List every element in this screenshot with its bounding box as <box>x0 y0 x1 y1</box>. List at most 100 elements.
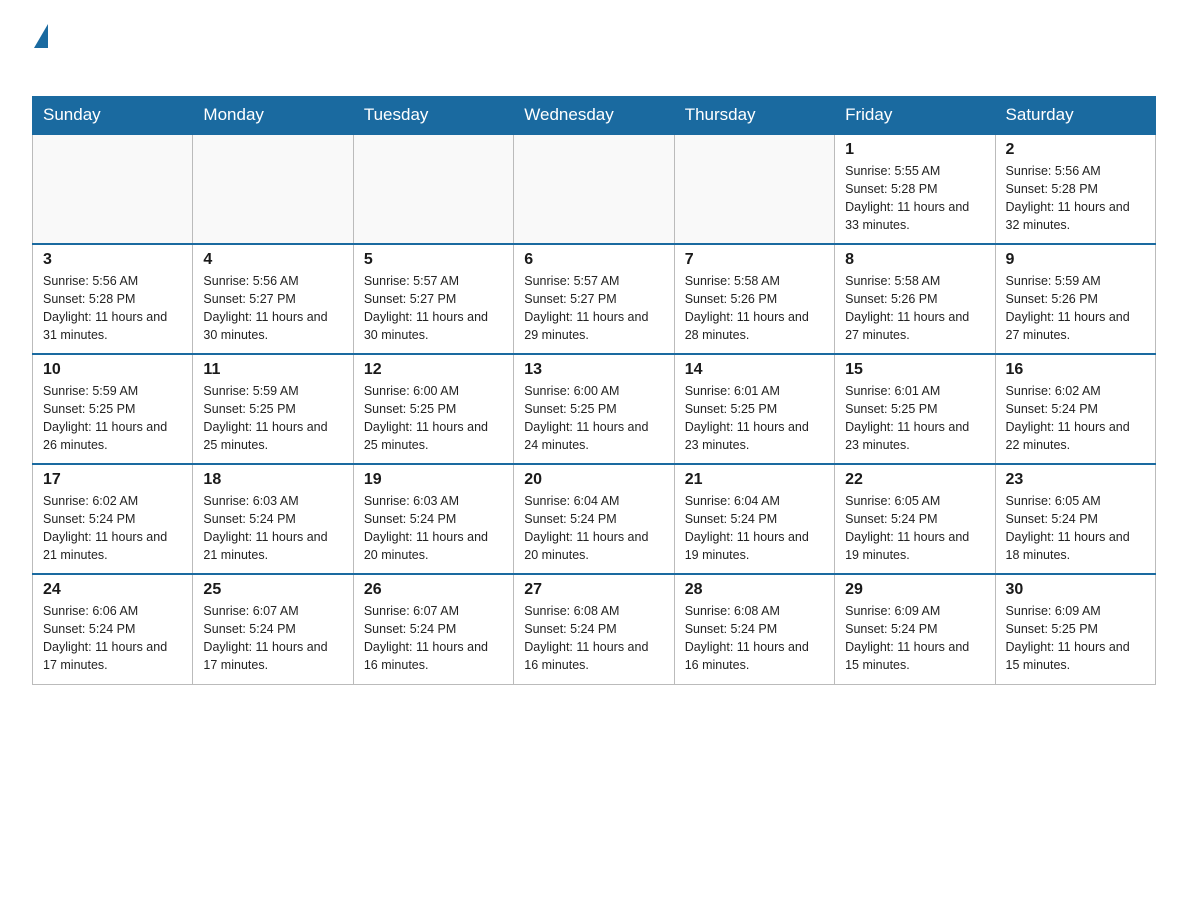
week-row-4: 17Sunrise: 6:02 AMSunset: 5:24 PMDayligh… <box>33 464 1156 574</box>
calendar-cell: 16 Sunrise: 6:02 AMSunset: 5:24 PMDayligh… <box>995 354 1155 464</box>
day-number: 27 <box>524 581 663 599</box>
calendar-cell: 26Sunrise: 6:07 AMSunset: 5:24 PMDayligh… <box>353 574 513 684</box>
day-info: Sunrise: 6:04 AMSunset: 5:24 PMDaylight:… <box>685 492 824 565</box>
day-number: 30 <box>1006 581 1145 599</box>
day-number: 24 <box>43 581 182 599</box>
calendar-cell: 5 Sunrise: 5:57 AMSunset: 5:27 PMDaylight… <box>353 244 513 354</box>
calendar-cell: 21 Sunrise: 6:04 AMSunset: 5:24 PMDayligh… <box>674 464 834 574</box>
day-number: 6 <box>524 251 663 269</box>
weekday-header-row: SundayMondayTuesdayWednesdayThursdayFrid… <box>33 97 1156 135</box>
day-number: 4 <box>203 251 342 269</box>
logo-triangle-icon <box>34 24 48 48</box>
day-number: 7 <box>685 251 824 269</box>
calendar-cell <box>674 134 834 244</box>
calendar-table: SundayMondayTuesdayWednesdayThursdayFrid… <box>32 96 1156 685</box>
day-info: Sunrise: 6:09 AMSunset: 5:25 PMDaylight:… <box>1006 602 1145 675</box>
day-info: Sunrise: 5:59 AMSunset: 5:26 PMDaylight:… <box>1006 272 1145 345</box>
calendar-cell: 3 Sunrise: 5:56 AMSunset: 5:28 PMDaylight… <box>33 244 193 354</box>
day-number: 8 <box>845 251 984 269</box>
calendar-cell: 9 Sunrise: 5:59 AMSunset: 5:26 PMDaylight… <box>995 244 1155 354</box>
day-number: 12 <box>364 361 503 379</box>
day-number: 11 <box>203 361 342 379</box>
calendar-cell: 28Sunrise: 6:08 AMSunset: 5:24 PMDayligh… <box>674 574 834 684</box>
calendar-cell: 14Sunrise: 6:01 AMSunset: 5:25 PMDayligh… <box>674 354 834 464</box>
calendar-cell: 6 Sunrise: 5:57 AMSunset: 5:27 PMDaylight… <box>514 244 674 354</box>
calendar-cell <box>193 134 353 244</box>
calendar-cell: 11 Sunrise: 5:59 AMSunset: 5:25 PMDayligh… <box>193 354 353 464</box>
calendar-cell: 19 Sunrise: 6:03 AMSunset: 5:24 PMDayligh… <box>353 464 513 574</box>
calendar-cell: 1Sunrise: 5:55 AMSunset: 5:28 PMDaylight… <box>835 134 995 244</box>
day-number: 23 <box>1006 471 1145 489</box>
weekday-header-wednesday: Wednesday <box>514 97 674 135</box>
day-number: 13 <box>524 361 663 379</box>
day-info: Sunrise: 6:03 AMSunset: 5:24 PMDaylight:… <box>364 492 503 565</box>
day-info: Sunrise: 5:59 AMSunset: 5:25 PMDaylight:… <box>43 382 182 455</box>
day-number: 17 <box>43 471 182 489</box>
calendar-cell: 23 Sunrise: 6:05 AMSunset: 5:24 PMDayligh… <box>995 464 1155 574</box>
weekday-header-monday: Monday <box>193 97 353 135</box>
weekday-header-thursday: Thursday <box>674 97 834 135</box>
day-number: 18 <box>203 471 342 489</box>
day-info: Sunrise: 6:06 AMSunset: 5:24 PMDaylight:… <box>43 602 182 675</box>
day-number: 29 <box>845 581 984 599</box>
week-row-2: 3 Sunrise: 5:56 AMSunset: 5:28 PMDaylight… <box>33 244 1156 354</box>
week-row-3: 10 Sunrise: 5:59 AMSunset: 5:25 PMDayligh… <box>33 354 1156 464</box>
calendar-cell <box>33 134 193 244</box>
day-info: Sunrise: 6:00 AMSunset: 5:25 PMDaylight:… <box>364 382 503 455</box>
calendar-cell: 12 Sunrise: 6:00 AMSunset: 5:25 PMDayligh… <box>353 354 513 464</box>
calendar-cell: 22 Sunrise: 6:05 AMSunset: 5:24 PMDayligh… <box>835 464 995 574</box>
day-number: 5 <box>364 251 503 269</box>
week-row-1: 1Sunrise: 5:55 AMSunset: 5:28 PMDaylight… <box>33 134 1156 244</box>
day-number: 20 <box>524 471 663 489</box>
day-info: Sunrise: 5:57 AMSunset: 5:27 PMDaylight:… <box>364 272 503 345</box>
day-info: Sunrise: 6:07 AMSunset: 5:24 PMDaylight:… <box>203 602 342 675</box>
weekday-header-sunday: Sunday <box>33 97 193 135</box>
logo <box>32 24 48 78</box>
day-info: Sunrise: 6:03 AMSunset: 5:24 PMDaylight:… <box>203 492 342 565</box>
day-info: Sunrise: 6:01 AMSunset: 5:25 PMDaylight:… <box>845 382 984 455</box>
calendar-cell: 10 Sunrise: 5:59 AMSunset: 5:25 PMDayligh… <box>33 354 193 464</box>
calendar-cell: 24 Sunrise: 6:06 AMSunset: 5:24 PMDayligh… <box>33 574 193 684</box>
calendar-cell: 15 Sunrise: 6:01 AMSunset: 5:25 PMDayligh… <box>835 354 995 464</box>
calendar-cell: 4Sunrise: 5:56 AMSunset: 5:27 PMDaylight… <box>193 244 353 354</box>
day-number: 22 <box>845 471 984 489</box>
calendar-cell: 8Sunrise: 5:58 AMSunset: 5:26 PMDaylight… <box>835 244 995 354</box>
day-info: Sunrise: 5:57 AMSunset: 5:27 PMDaylight:… <box>524 272 663 345</box>
weekday-header-saturday: Saturday <box>995 97 1155 135</box>
day-info: Sunrise: 6:04 AMSunset: 5:24 PMDaylight:… <box>524 492 663 565</box>
calendar-cell: 13 Sunrise: 6:00 AMSunset: 5:25 PMDayligh… <box>514 354 674 464</box>
calendar-cell: 20 Sunrise: 6:04 AMSunset: 5:24 PMDayligh… <box>514 464 674 574</box>
day-info: Sunrise: 5:56 AMSunset: 5:28 PMDaylight:… <box>1006 162 1145 235</box>
calendar-cell: 18 Sunrise: 6:03 AMSunset: 5:24 PMDayligh… <box>193 464 353 574</box>
day-info: Sunrise: 6:05 AMSunset: 5:24 PMDaylight:… <box>1006 492 1145 565</box>
day-number: 10 <box>43 361 182 379</box>
day-info: Sunrise: 6:00 AMSunset: 5:25 PMDaylight:… <box>524 382 663 455</box>
weekday-header-friday: Friday <box>835 97 995 135</box>
day-info: Sunrise: 6:08 AMSunset: 5:24 PMDaylight:… <box>524 602 663 675</box>
day-info: Sunrise: 5:55 AMSunset: 5:28 PMDaylight:… <box>845 162 984 235</box>
calendar-cell: 27 Sunrise: 6:08 AMSunset: 5:24 PMDayligh… <box>514 574 674 684</box>
calendar-cell: 2 Sunrise: 5:56 AMSunset: 5:28 PMDaylight… <box>995 134 1155 244</box>
page-header <box>32 24 1156 78</box>
day-number: 9 <box>1006 251 1145 269</box>
day-number: 3 <box>43 251 182 269</box>
day-number: 19 <box>364 471 503 489</box>
day-number: 16 <box>1006 361 1145 379</box>
calendar-cell: 17Sunrise: 6:02 AMSunset: 5:24 PMDayligh… <box>33 464 193 574</box>
day-number: 21 <box>685 471 824 489</box>
day-number: 25 <box>203 581 342 599</box>
calendar-cell: 30 Sunrise: 6:09 AMSunset: 5:25 PMDayligh… <box>995 574 1155 684</box>
week-row-5: 24 Sunrise: 6:06 AMSunset: 5:24 PMDayligh… <box>33 574 1156 684</box>
calendar-cell: 29Sunrise: 6:09 AMSunset: 5:24 PMDayligh… <box>835 574 995 684</box>
day-number: 2 <box>1006 141 1145 159</box>
day-info: Sunrise: 5:56 AMSunset: 5:28 PMDaylight:… <box>43 272 182 345</box>
day-number: 28 <box>685 581 824 599</box>
day-info: Sunrise: 5:59 AMSunset: 5:25 PMDaylight:… <box>203 382 342 455</box>
calendar-cell <box>514 134 674 244</box>
day-info: Sunrise: 6:05 AMSunset: 5:24 PMDaylight:… <box>845 492 984 565</box>
day-info: Sunrise: 6:02 AMSunset: 5:24 PMDaylight:… <box>1006 382 1145 455</box>
day-number: 15 <box>845 361 984 379</box>
day-info: Sunrise: 6:01 AMSunset: 5:25 PMDaylight:… <box>685 382 824 455</box>
calendar-cell <box>353 134 513 244</box>
calendar-cell: 25 Sunrise: 6:07 AMSunset: 5:24 PMDayligh… <box>193 574 353 684</box>
